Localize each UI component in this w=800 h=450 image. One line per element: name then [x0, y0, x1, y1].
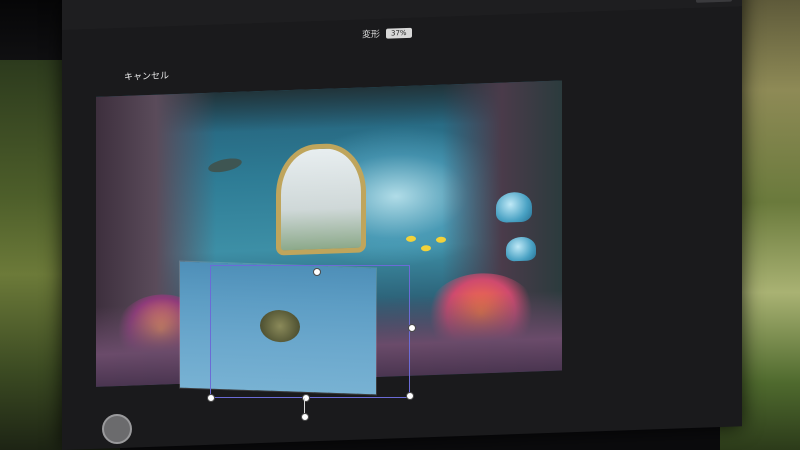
cancel-button[interactable]: キャンセル [124, 68, 169, 83]
ornate-mirror [276, 142, 366, 256]
zoom-level[interactable]: 37% [386, 27, 412, 39]
transform-handle[interactable] [207, 394, 215, 402]
transform-handle[interactable] [313, 268, 321, 276]
jellyfish [496, 191, 532, 223]
transform-bounding-box[interactable] [210, 265, 410, 398]
undo-icon[interactable]: ↶ [584, 0, 602, 6]
fish [406, 235, 416, 242]
transform-mode-bar: 変形 37% [362, 26, 412, 41]
transform-handle[interactable] [406, 392, 414, 400]
brush-size-button[interactable] [102, 414, 132, 444]
fish [421, 245, 431, 252]
redo-icon[interactable]: ↷ [612, 0, 630, 5]
jellyfish [506, 236, 536, 262]
mode-title: 変形 [362, 29, 381, 41]
rotation-handle[interactable] [301, 413, 309, 421]
top-toolbar: ↶ ↷ ⇕ ⇔ 完了 [584, 0, 732, 7]
done-button[interactable]: 完了 [696, 0, 732, 3]
transform-handle[interactable] [408, 324, 416, 332]
flip-horizontal-icon[interactable]: ⇔ [668, 0, 686, 3]
flip-vertical-icon[interactable]: ⇕ [640, 0, 658, 4]
